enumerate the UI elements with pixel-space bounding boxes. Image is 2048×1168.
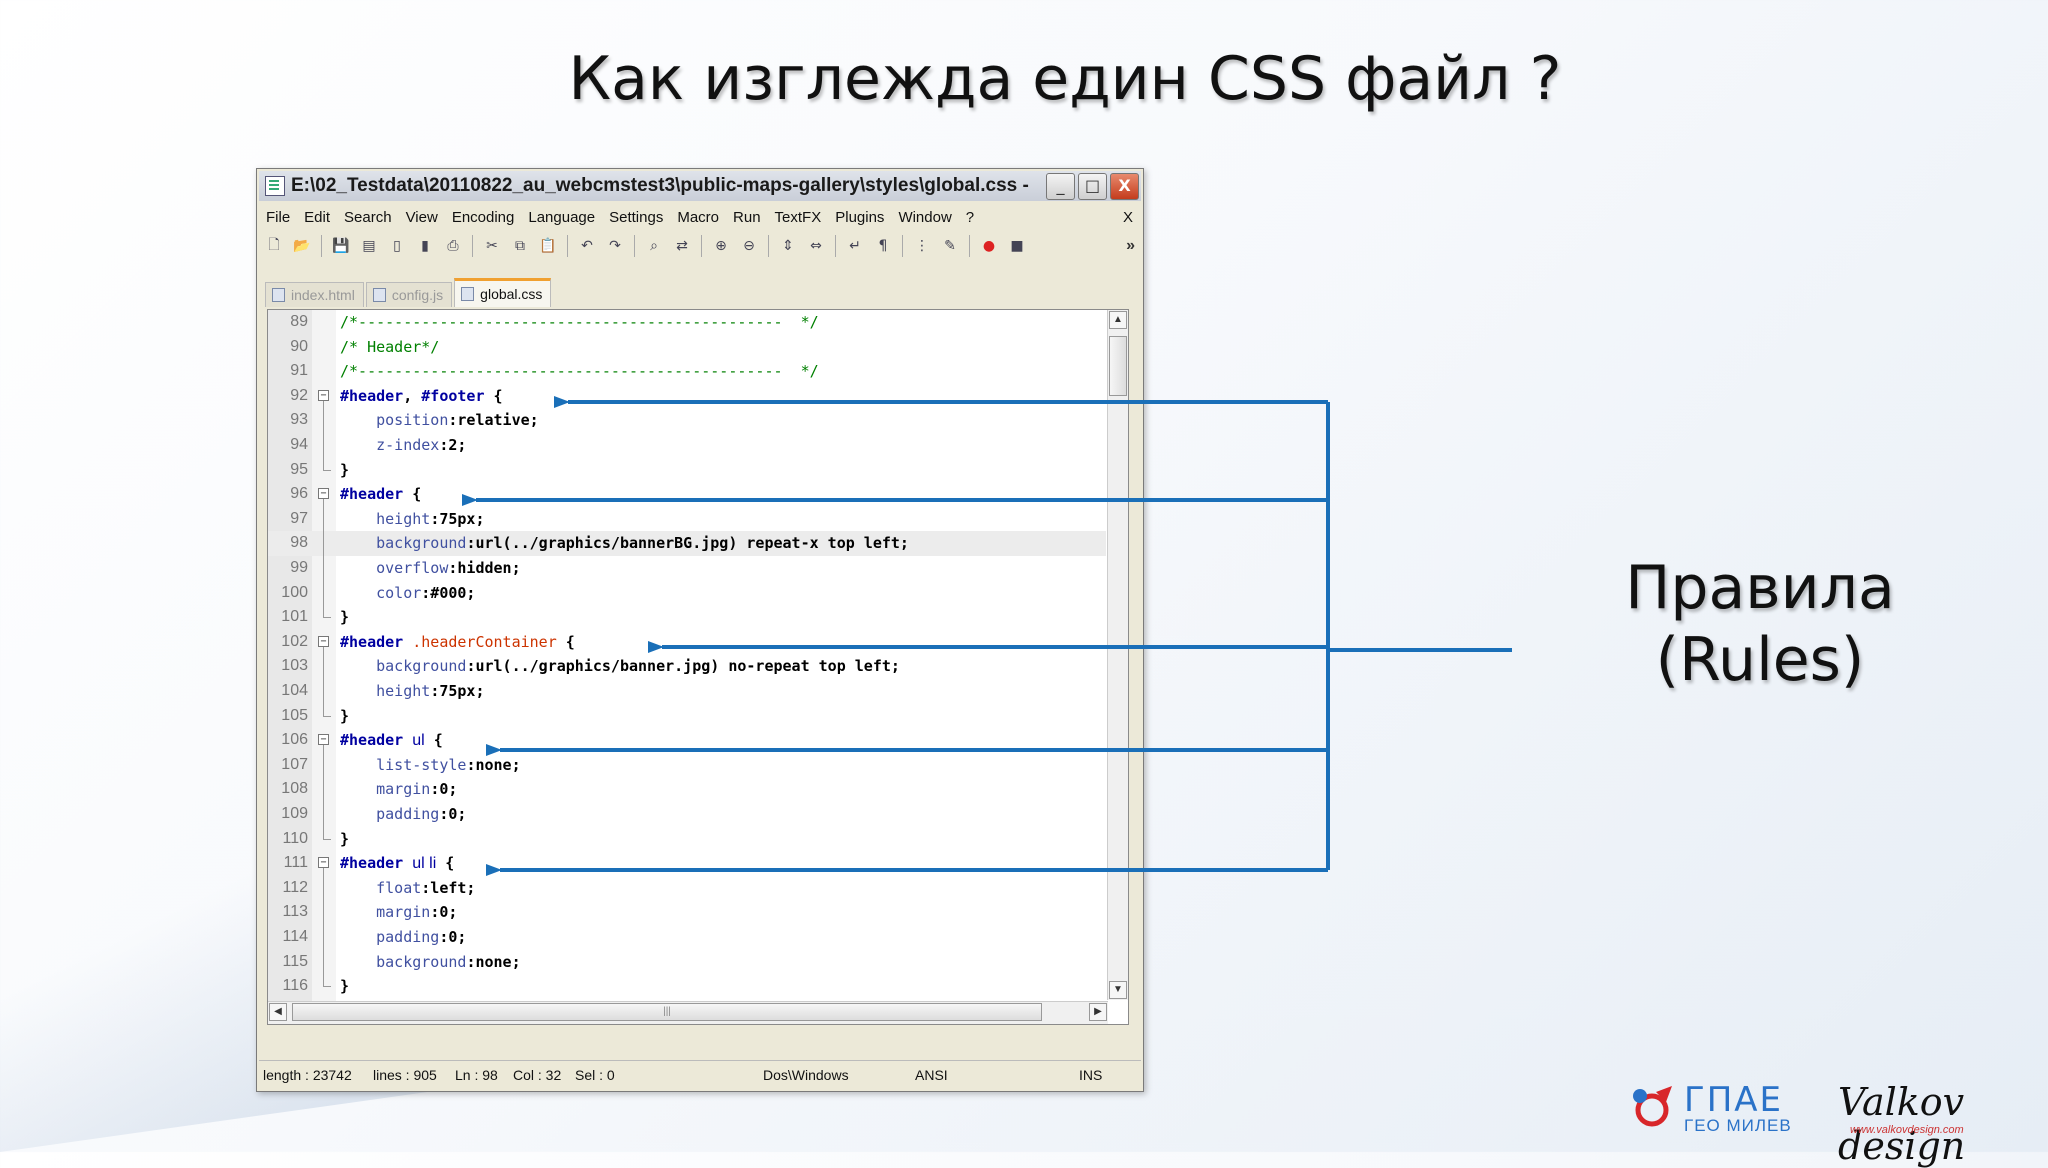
gpae-logo-subtext: ГЕО МИЛЕВ xyxy=(1684,1115,1792,1135)
rules-label-line1: Правила xyxy=(1625,553,1895,623)
gpae-logo-text: ГПАЕ xyxy=(1684,1079,1784,1120)
gpae-emblem-icon xyxy=(1633,1086,1672,1127)
rules-label: Правила (Rules) xyxy=(1580,552,1940,696)
gpae-logo: ГПАЕ ГЕО МИЛЕВ xyxy=(1626,1078,1792,1138)
rules-label-line2: (Rules) xyxy=(1655,625,1865,695)
valkov-design-url: www.valkovdesign.com xyxy=(1850,1124,1964,1136)
